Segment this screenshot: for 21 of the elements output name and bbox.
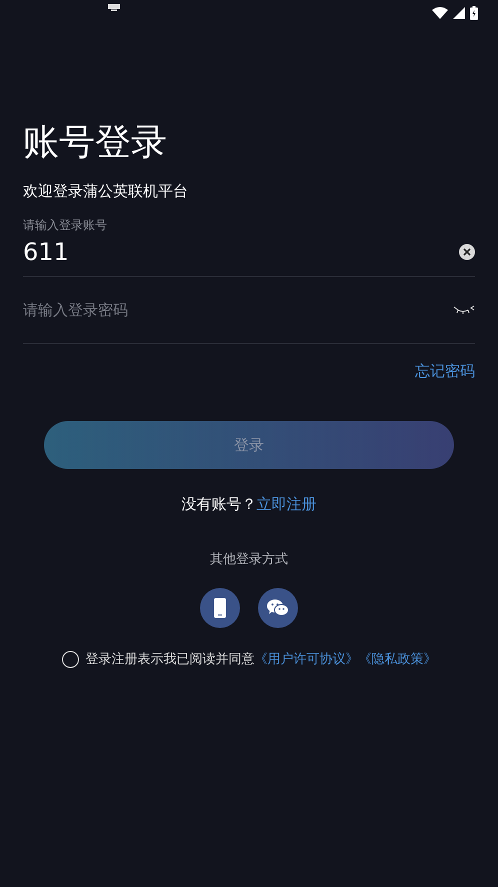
battery-icon [470,6,478,20]
closed-eye-icon[interactable] [453,305,475,315]
policy-link[interactable]: 《隐私政策》 [358,650,436,668]
phone-icon [214,598,226,618]
agreement-text: 登录注册表示我已阅读并同意 [86,651,254,668]
agreement-checkbox[interactable] [62,650,78,668]
no-account-text: 没有账号？ [182,495,256,513]
wifi-icon [432,7,448,19]
phone-login-button[interactable] [200,588,240,628]
welcome-text: 欢迎登录蒲公英联机平台 [23,182,189,201]
register-link[interactable]: 立即注册 [256,495,316,513]
password-field[interactable]: 请输入登录密码 [23,277,475,344]
wechat-login-button[interactable] [258,588,298,628]
other-login-label: 其他登录方式 [209,551,289,568]
page-title: 账号登录 [23,121,168,165]
account-field[interactable]: 请输入登录账号 611 [23,217,475,277]
signal-icon [453,7,465,19]
policy-link[interactable]: 《用户许可协议》 [254,650,358,668]
chat-bubbles-icon [267,599,289,617]
forgot-password-link[interactable]: 忘记密码 [415,362,475,381]
clear-icon[interactable] [459,244,475,260]
